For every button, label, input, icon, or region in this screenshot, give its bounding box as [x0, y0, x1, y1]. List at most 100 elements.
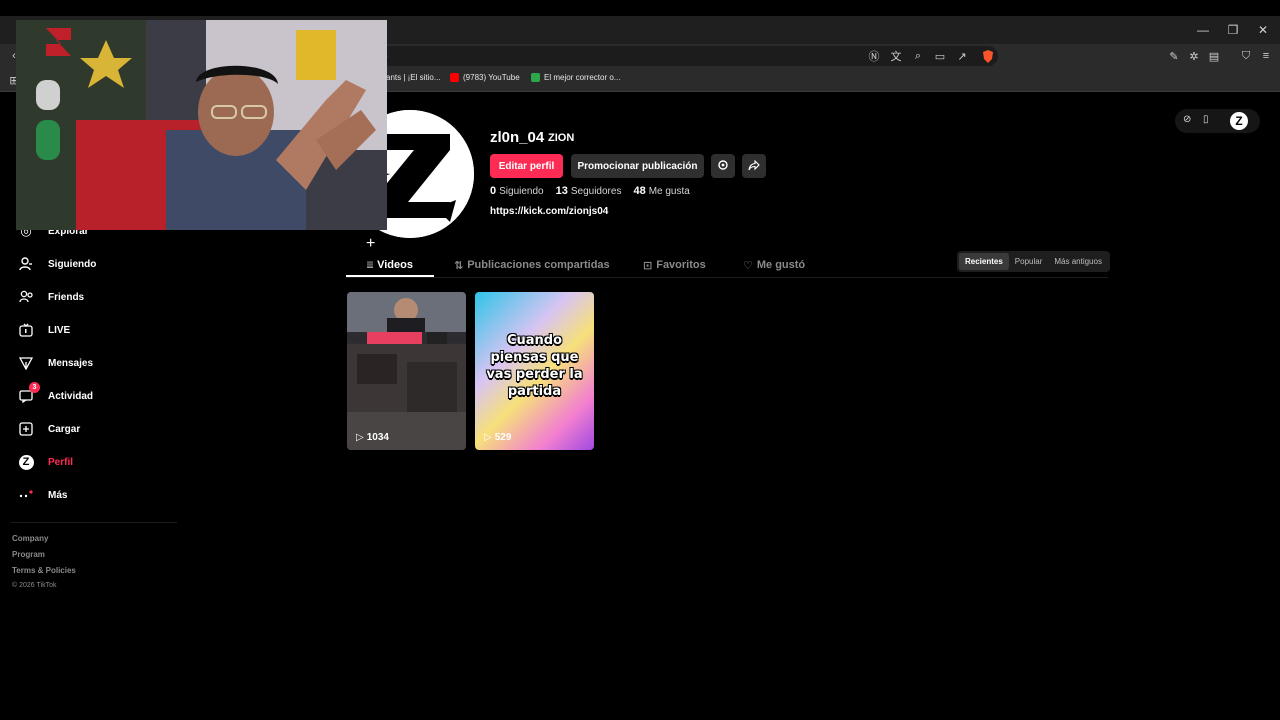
letterbox-top: [0, 0, 1280, 16]
tab-shared-posts[interactable]: ⇅ Publicaciones compartidas: [454, 256, 610, 274]
sidebar-item-label: LIVE: [48, 324, 71, 336]
bookmark-label: (9783) YouTube: [463, 73, 520, 82]
activity-icon: 3: [18, 382, 40, 404]
account-avatar[interactable]: Z: [1230, 112, 1248, 130]
following-label: Siguiendo: [499, 186, 544, 197]
promote-post-button[interactable]: Promocionar publicación: [571, 154, 704, 178]
add-story-icon[interactable]: +: [366, 235, 375, 253]
sidebar-item-friends[interactable]: Friends: [18, 286, 84, 308]
heart-icon: ♡: [743, 259, 753, 272]
active-tab-indicator: [346, 275, 434, 277]
followers-count: 13: [555, 185, 568, 197]
bookmark-item[interactable]: ants | ¡El sitio...: [386, 73, 441, 82]
bookmark-label: ants | ¡El sitio...: [386, 73, 441, 82]
gear-icon: [717, 159, 729, 174]
sort-recent[interactable]: Recientes: [959, 253, 1009, 270]
footer-link-program[interactable]: Program: [12, 550, 45, 559]
tab-label: Me gustó: [756, 259, 806, 271]
profile-stats: 0 Siguiendo 13 Seguidores 48 Me gusta: [490, 185, 690, 197]
upload-icon: [18, 421, 34, 437]
top-right-controls: ⊘ ▯ Z: [1175, 109, 1260, 133]
more-icon: [18, 487, 34, 503]
send-icon: [18, 355, 34, 371]
followers-label: Seguidores: [570, 186, 622, 197]
close-window-button[interactable]: ✕: [1248, 16, 1278, 44]
tab-label: Favoritos: [656, 259, 706, 271]
live-icon: [18, 322, 34, 338]
profile-nickname: ZION: [548, 132, 575, 144]
extensions-icon[interactable]: ✲: [1186, 48, 1202, 64]
sort-oldest[interactable]: Más antiguos: [1048, 253, 1108, 270]
bookmark-item[interactable]: El mejor corrector o...: [531, 73, 620, 82]
friends-icon: [18, 289, 34, 305]
video-thumbnail[interactable]: ▷ 1034: [347, 292, 466, 450]
spellcheck-icon: [531, 73, 540, 82]
edit-profile-button[interactable]: Editar perfil: [490, 154, 563, 178]
brave-shield-icon[interactable]: [980, 48, 996, 64]
wallet-icon[interactable]: ✎: [1166, 48, 1182, 64]
vpn-icon[interactable]: ⛉: [1238, 48, 1254, 64]
profile-icon: Z: [18, 454, 34, 470]
video-overlay-text: Cuando piensas que vas perder la partida: [486, 333, 583, 399]
sidebar-item-mas[interactable]: Más: [18, 484, 67, 506]
cast-icon[interactable]: ▭: [932, 48, 948, 64]
webcam-overlay: [16, 20, 387, 230]
settings-button[interactable]: [711, 154, 735, 178]
following-count: 0: [490, 185, 497, 197]
sidebar-item-label: Actividad: [48, 390, 94, 402]
video-thumbnail-image: [347, 292, 466, 450]
sidebar-toggle-icon[interactable]: ▤: [1206, 48, 1222, 64]
sidebar-item-actividad[interactable]: 3 Actividad: [18, 382, 94, 407]
bookmark-item[interactable]: (9783) YouTube: [450, 73, 520, 82]
sidebar-item-label: Siguiendo: [48, 258, 97, 270]
footer-link-company[interactable]: Company: [12, 534, 48, 543]
share-profile-button[interactable]: [742, 154, 766, 178]
tab-liked[interactable]: ♡ Me gustó: [743, 256, 805, 274]
sidebar-item-mensajes[interactable]: Mensajes: [18, 352, 93, 374]
video-thumbnail[interactable]: Cuando piensas que vas perder la partida…: [475, 292, 594, 450]
webcam-image: [16, 20, 387, 230]
zoom-icon[interactable]: ⌕: [910, 48, 926, 64]
share-icon[interactable]: ↗: [954, 48, 970, 64]
youtube-icon: [450, 73, 459, 82]
bio-link[interactable]: https://kick.com/zionjs04: [490, 206, 608, 217]
share-icon: [748, 159, 760, 174]
likes-count: 48: [633, 185, 646, 197]
bookmark-icon: ⊡: [643, 259, 653, 272]
sidebar-item-label: Mensajes: [48, 357, 94, 369]
sidebar-item-perfil[interactable]: Z Perfil: [18, 451, 73, 473]
likes-label: Me gusta: [648, 186, 690, 197]
tabs-divider: [346, 277, 1108, 278]
sort-switch: Recientes Popular Más antiguos: [957, 251, 1110, 272]
sidebar-item-label: Friends: [48, 291, 85, 303]
sidebar-item-label: Cargar: [48, 423, 81, 435]
notification-badge: 3: [29, 382, 40, 393]
view-count-value: 529: [494, 432, 512, 443]
sidebar-item-live[interactable]: LIVE: [18, 319, 70, 341]
translate-icon[interactable]: 文: [888, 48, 904, 64]
grid-icon: ⦙⦙⦙: [367, 259, 374, 270]
sort-popular[interactable]: Popular: [1009, 253, 1049, 270]
sidebar-item-cargar[interactable]: Cargar: [18, 418, 80, 440]
sidebar-item-label: Perfil: [48, 456, 74, 468]
menu-icon[interactable]: ≡: [1258, 48, 1274, 64]
following-stat[interactable]: 0 Siguiendo: [490, 185, 544, 197]
device-icon[interactable]: ▯: [1203, 114, 1209, 125]
view-count: ▷ 529: [484, 432, 511, 443]
compass-icon[interactable]: ⊘: [1183, 114, 1191, 125]
restore-button[interactable]: ❐: [1218, 16, 1248, 44]
tab-label: Videos: [377, 259, 413, 271]
bookmark-label: El mejor corrector o...: [544, 73, 621, 82]
minimize-button[interactable]: —: [1188, 16, 1218, 44]
profile-username: zl0n_04: [490, 129, 545, 146]
view-count-value: 1034: [366, 432, 389, 443]
likes-stat: 48 Me gusta: [633, 185, 689, 197]
reader-mode-icon[interactable]: Ⓝ: [866, 48, 882, 64]
tab-videos[interactable]: ⦙⦙⦙ Videos: [367, 256, 413, 274]
profile-avatar-small: Z: [18, 454, 34, 470]
sidebar-item-siguiendo[interactable]: Siguiendo: [18, 253, 96, 275]
play-icon: ▷: [484, 432, 492, 443]
footer-link-terms[interactable]: Terms & Policies: [12, 566, 76, 575]
tab-favorites[interactable]: ⊡ Favoritos: [643, 256, 706, 274]
followers-stat[interactable]: 13 Seguidores: [556, 185, 622, 197]
